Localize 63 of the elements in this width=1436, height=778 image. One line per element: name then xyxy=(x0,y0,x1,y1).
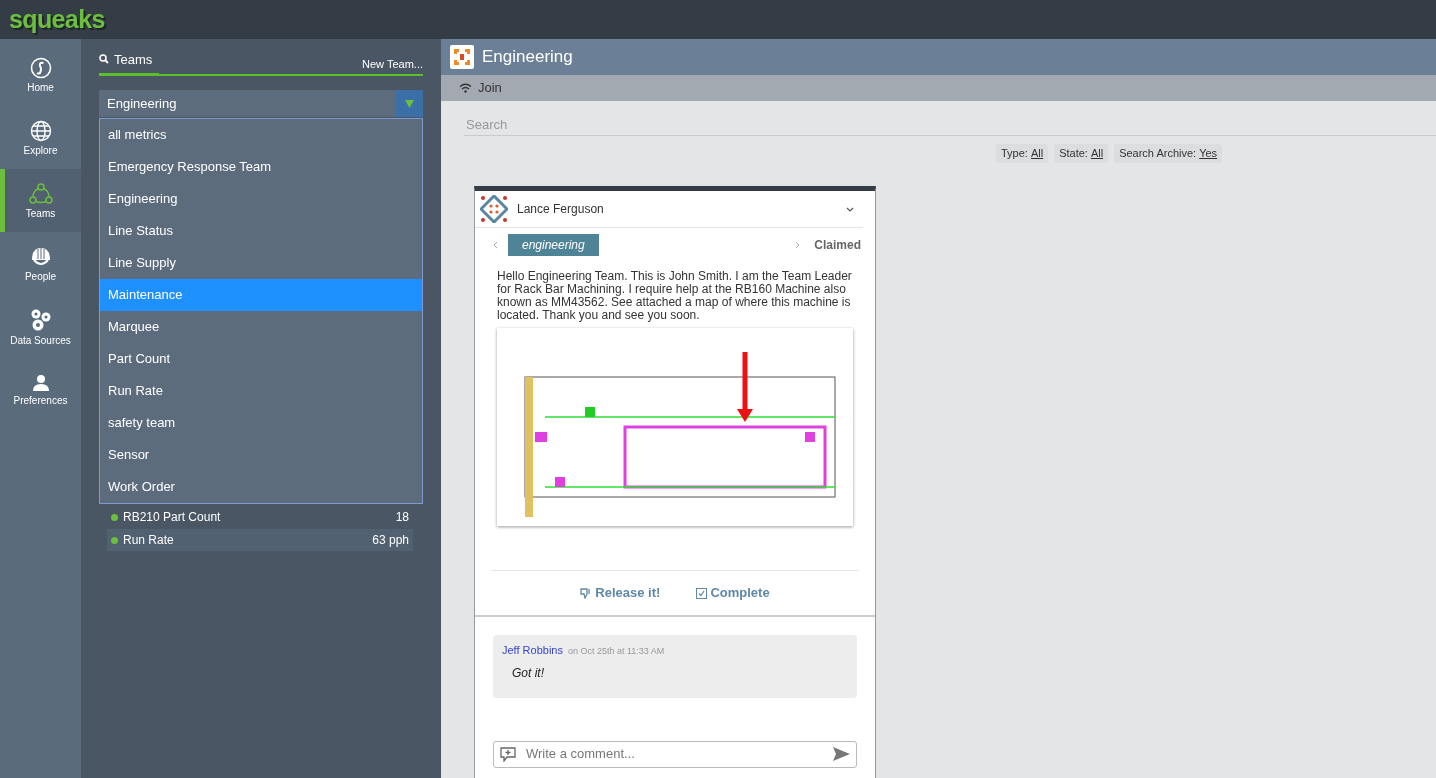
chevron-left-icon[interactable] xyxy=(493,241,498,249)
comment-time: on Oct 25th at 11:33 AM xyxy=(567,645,665,658)
teams-tab[interactable]: Teams xyxy=(99,49,159,76)
nav-item[interactable]: Data Sources xyxy=(0,295,81,358)
post-message: Hello Engineering Team. This is John Smith. I am the Team Leader for Rack Bar Machining. I require help at the RB160 Machine also known as MM43562. See attached a map of where this machine is located. Thank you and see you soon. xyxy=(496,270,853,322)
metric-value: 63 pph xyxy=(372,532,409,549)
globe-icon xyxy=(29,119,52,142)
status-label: Claimed xyxy=(814,237,861,254)
metric-name: RB210 Part Count xyxy=(123,509,222,526)
caret-icon xyxy=(405,99,414,108)
dropdown-option[interactable]: Line Status xyxy=(100,215,422,247)
dropdown-option[interactable]: Maintenance xyxy=(100,279,422,311)
chevron-right-icon[interactable] xyxy=(795,241,801,249)
add-comment-icon xyxy=(500,746,516,762)
comment-field[interactable]: Write a comment... xyxy=(526,744,823,764)
nav-item[interactable]: People xyxy=(0,232,81,295)
comment-field[interactable]: Write a comment... xyxy=(493,740,857,768)
join-button[interactable]: Join xyxy=(459,78,502,98)
home-icon xyxy=(29,56,52,79)
send-icon[interactable] xyxy=(833,747,850,761)
dropdown-option[interactable]: Emergency Response Team xyxy=(100,151,422,183)
dropdown-option[interactable]: Marquee xyxy=(100,311,422,343)
filter-chip[interactable]: Search Archive: Yes xyxy=(1114,144,1223,163)
new-team-link[interactable]: New Team... xyxy=(362,55,423,74)
nav-item[interactable]: Preferences xyxy=(0,358,81,421)
nav-item[interactable]: Home xyxy=(0,43,81,106)
thumbs-down-icon xyxy=(580,587,593,599)
dropdown-option[interactable]: Work Order xyxy=(100,471,422,503)
filter-chip[interactable]: State: All xyxy=(1054,144,1109,163)
filter-value-link[interactable]: All xyxy=(1030,145,1044,162)
team-dropdown[interactable]: Engineering xyxy=(99,90,423,117)
dropdown-option[interactable]: Line Supply xyxy=(100,247,422,279)
complete-button[interactable]: Complete xyxy=(696,583,770,603)
checkbox-icon xyxy=(696,587,708,599)
avatar-icon xyxy=(480,195,508,223)
nav-item[interactable]: Explore xyxy=(0,106,81,169)
network-icon xyxy=(28,182,53,205)
filter-value-link[interactable]: All xyxy=(1090,145,1104,162)
search-field[interactable]: Search xyxy=(464,114,1436,136)
dropdown-option[interactable]: all metrics xyxy=(100,119,422,151)
comment-author-link[interactable]: Jeff Robbins xyxy=(502,642,563,659)
release-button[interactable]: Release it! xyxy=(580,583,661,603)
dropdown-option[interactable]: safety team xyxy=(100,407,422,439)
metric-value: 18 xyxy=(395,509,409,526)
filter-value-link[interactable]: Yes xyxy=(1199,145,1218,162)
dropdown-option[interactable]: Part Count xyxy=(100,343,422,375)
filter-chip[interactable]: Type: All xyxy=(996,144,1049,163)
chevron-down-icon[interactable] xyxy=(846,206,854,212)
search-icon xyxy=(99,54,109,65)
dropdown-option[interactable]: Run Rate xyxy=(100,375,422,407)
dropdown-option[interactable]: Engineering xyxy=(100,183,422,215)
author-name: Lance Ferguson xyxy=(517,201,605,218)
team-title: Engineering xyxy=(482,46,573,69)
tag-label: engineering xyxy=(508,234,599,256)
team-logo-icon xyxy=(450,45,474,69)
wifi-icon xyxy=(459,83,472,93)
app-logo: squeaks xyxy=(9,7,105,32)
person-icon xyxy=(31,373,50,392)
helmet-icon xyxy=(29,245,52,268)
nav-item[interactable]: Teams xyxy=(0,169,81,232)
comment-text: Got it! xyxy=(512,664,545,682)
metric-name: Run Rate xyxy=(123,532,175,549)
dropdown-option[interactable]: Sensor xyxy=(100,439,422,471)
